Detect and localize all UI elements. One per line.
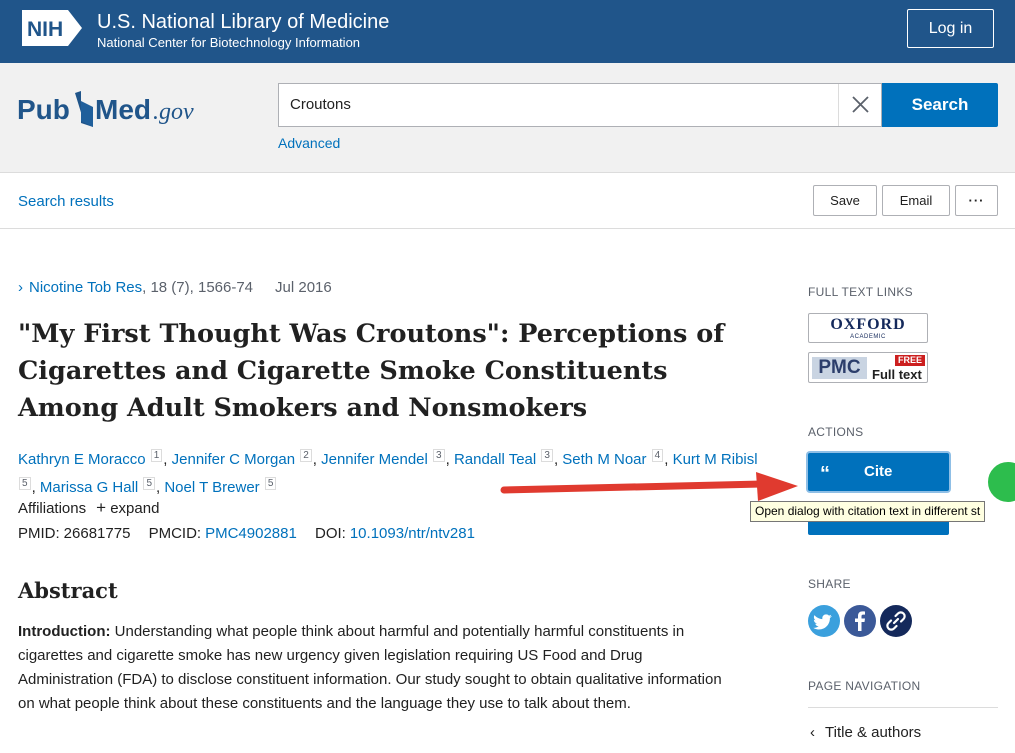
affiliation-marker[interactable]: 5	[19, 477, 31, 490]
affiliation-marker[interactable]: 4	[651, 449, 664, 462]
article-title: "My First Thought Was Croutons": Percept…	[18, 319, 725, 423]
twitter-share-button[interactable]	[808, 605, 840, 637]
login-button[interactable]: Log in	[907, 9, 994, 48]
oxford-academic-link[interactable]: OXFORD ACADEMIC	[808, 313, 928, 343]
cite-label: Cite	[864, 463, 893, 480]
citation-details: , 18 (7), 1566-74	[142, 279, 254, 296]
doi-link[interactable]: 10.1093/ntr/ntv281	[350, 525, 475, 542]
nih-logo[interactable]: NIH	[22, 10, 82, 46]
pmid-label: PMID:	[18, 525, 60, 542]
page-navigation-heading: PAGE NAVIGATION	[808, 679, 921, 693]
search-results-link[interactable]: Search results	[18, 193, 114, 210]
close-icon	[852, 96, 869, 113]
author-link[interactable]: Randall Teal	[454, 451, 536, 468]
page-nav-title-authors[interactable]: ‹ Title & authors	[810, 724, 921, 741]
nih-header: NIH U.S. National Library of Medicine Na…	[0, 0, 1015, 63]
free-badge: FREE	[895, 355, 926, 366]
oxford-logo-sub: ACADEMIC	[850, 334, 886, 340]
affiliations-toggle[interactable]: Affiliations + expand	[18, 498, 159, 518]
pmid-value: 26681775	[63, 525, 131, 542]
quote-icon: “	[820, 463, 830, 485]
email-button[interactable]: Email	[882, 185, 950, 216]
svg-text:Pub: Pub	[17, 94, 70, 125]
journal-citation: › Nicotine Tob Res, 18 (7), 1566-74 Jul 20…	[18, 279, 332, 296]
clear-search-button[interactable]	[838, 84, 881, 126]
permalink-share-button[interactable]	[880, 605, 912, 637]
facebook-share-button[interactable]	[844, 605, 876, 637]
cite-button[interactable]: “ Cite	[808, 453, 949, 491]
ncbi-subtitle[interactable]: National Center for Biotechnology Inform…	[97, 35, 360, 50]
pubmed-logo[interactable]: Pub Med .gov	[17, 83, 207, 133]
save-button[interactable]: Save	[813, 185, 877, 216]
author-link[interactable]: Kurt M Ribisl	[673, 451, 758, 468]
affiliation-marker[interactable]: 1	[150, 449, 163, 462]
affiliation-marker[interactable]: 3	[433, 449, 445, 462]
results-toolbar: Search results Save Email ···	[0, 174, 1015, 229]
article-identifiers: PMID: 26681775 PMCID: PMC4902881 DOI: 10.10…	[18, 525, 489, 542]
nlm-title[interactable]: U.S. National Library of Medicine	[97, 11, 389, 34]
author-link[interactable]: Marissa G Hall	[40, 479, 138, 496]
more-options-button[interactable]: ···	[955, 185, 998, 216]
affiliation-marker[interactable]: 5	[143, 477, 155, 490]
abstract-heading: Abstract	[18, 578, 118, 603]
affiliations-label: Affiliations	[18, 500, 87, 517]
plus-icon: +	[96, 498, 107, 517]
pmcid-label: PMCID:	[148, 525, 202, 542]
twitter-icon	[813, 614, 832, 630]
pmc-full-text-label: Full text	[872, 367, 922, 382]
sidebar-divider	[808, 707, 998, 708]
facebook-icon	[855, 611, 865, 631]
svg-text:.gov: .gov	[153, 99, 194, 125]
author-link[interactable]: Jennifer Mendel	[321, 451, 428, 468]
page-nav-label: Title & authors	[825, 724, 922, 741]
doi-label: DOI:	[315, 525, 346, 542]
search-input[interactable]: Croutons	[278, 83, 882, 127]
search-area: Pub Med .gov Croutons Search Advanced	[0, 63, 1015, 173]
publication-date: Jul 2016	[275, 279, 332, 296]
cite-tooltip: Open dialog with citation text in differ…	[750, 501, 986, 522]
abstract-text: Understanding what people think about ha…	[18, 623, 722, 712]
oxford-logo-text: OXFORD	[830, 316, 906, 333]
link-icon	[886, 611, 906, 631]
chevron-left-icon: ‹	[810, 724, 815, 741]
share-heading: SHARE	[808, 577, 851, 591]
journal-link[interactable]: Nicotine Tob Res	[29, 279, 142, 296]
pmc-logo: PMC	[812, 357, 867, 379]
affiliation-marker[interactable]: 3	[541, 449, 553, 462]
full-text-links-heading: FULL TEXT LINKS	[808, 285, 913, 299]
author-link[interactable]: Kathryn E Moracco	[18, 451, 146, 468]
search-button[interactable]: Search	[882, 83, 998, 127]
author-link[interactable]: Jennifer C Morgan	[172, 451, 295, 468]
abstract-introduction: Introduction: Understanding what people …	[18, 620, 738, 716]
author-link[interactable]: Noel T Brewer	[164, 479, 259, 496]
author-link[interactable]: Seth M Noar	[562, 451, 646, 468]
pmcid-link[interactable]: PMC4902881	[205, 525, 297, 542]
pmc-full-text-link[interactable]: PMC FREE Full text	[808, 352, 928, 383]
affiliation-marker[interactable]: 2	[300, 449, 312, 462]
svg-text:Med: Med	[95, 94, 151, 125]
chevron-right-icon: ›	[18, 279, 23, 296]
advanced-search-link[interactable]: Advanced	[278, 135, 340, 151]
affiliation-marker[interactable]: 5	[264, 477, 277, 490]
svg-text:NIH: NIH	[27, 18, 63, 41]
expand-label: expand	[110, 500, 160, 517]
abstract-section-label: Introduction:	[18, 623, 111, 640]
open-access-icon[interactable]	[986, 460, 1015, 504]
actions-heading: ACTIONS	[808, 425, 864, 439]
